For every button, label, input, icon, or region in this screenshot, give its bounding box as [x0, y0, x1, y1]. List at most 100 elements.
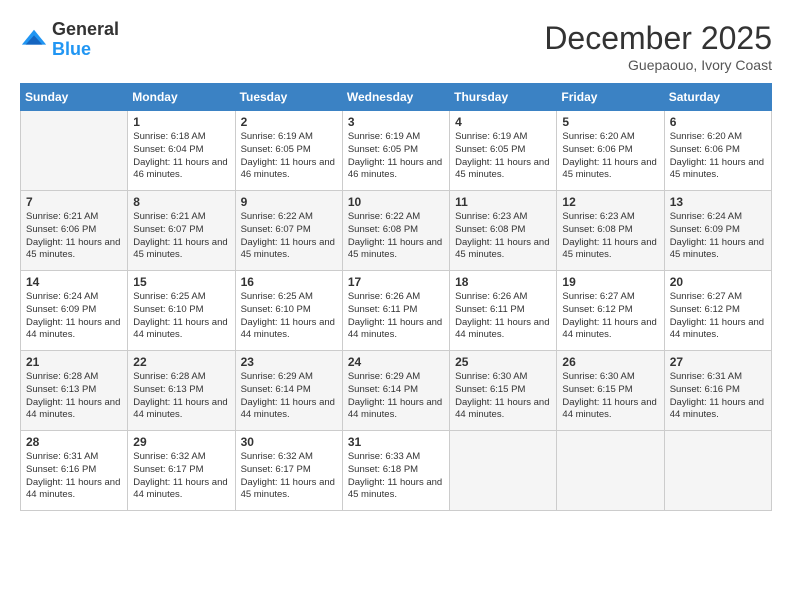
cell-sun-info: Sunrise: 6:27 AMSunset: 6:12 PMDaylight:…: [562, 291, 658, 342]
day-number: 26: [562, 355, 658, 369]
week-row-4: 21 Sunrise: 6:28 AMSunset: 6:13 PMDayligh…: [21, 351, 772, 431]
header-row: SundayMondayTuesdayWednesdayThursdayFrid…: [21, 84, 772, 111]
day-cell: 31 Sunrise: 6:33 AMSunset: 6:18 PMDayligh…: [342, 431, 449, 511]
header-thursday: Thursday: [450, 84, 557, 111]
cell-sun-info: Sunrise: 6:33 AMSunset: 6:18 PMDaylight:…: [348, 451, 444, 502]
day-cell: 25 Sunrise: 6:30 AMSunset: 6:15 PMDayligh…: [450, 351, 557, 431]
day-cell: 17Sunrise: 6:26 AMSunset: 6:11 PMDayligh…: [342, 271, 449, 351]
day-cell: 4Sunrise: 6:19 AMSunset: 6:05 PMDaylight…: [450, 111, 557, 191]
day-cell: 24 Sunrise: 6:29 AMSunset: 6:14 PMDayligh…: [342, 351, 449, 431]
day-number: 25: [455, 355, 551, 369]
day-number: 7: [26, 195, 122, 209]
week-row-5: 28Sunrise: 6:31 AMSunset: 6:16 PMDayligh…: [21, 431, 772, 511]
cell-sun-info: Sunrise: 6:32 AMSunset: 6:17 PMDaylight:…: [133, 451, 229, 502]
title-block: December 2025 Guepaouo, Ivory Coast: [544, 20, 772, 73]
week-row-3: 14Sunrise: 6:24 AMSunset: 6:09 PMDayligh…: [21, 271, 772, 351]
day-number: 19: [562, 275, 658, 289]
day-number: 24: [348, 355, 444, 369]
day-number: 23: [241, 355, 337, 369]
day-number: 11: [455, 195, 551, 209]
cell-sun-info: Sunrise: 6:26 AMSunset: 6:11 PMDaylight:…: [455, 291, 551, 342]
day-number: 27: [670, 355, 766, 369]
cell-sun-info: Sunrise: 6:30 AMSunset: 6:15 PMDaylight:…: [455, 371, 551, 422]
day-number: 8: [133, 195, 229, 209]
cell-sun-info: Sunrise: 6:19 AMSunset: 6:05 PMDaylight:…: [348, 131, 444, 182]
day-cell: 3Sunrise: 6:19 AMSunset: 6:05 PMDaylight…: [342, 111, 449, 191]
day-cell: 28Sunrise: 6:31 AMSunset: 6:16 PMDayligh…: [21, 431, 128, 511]
logo-icon: [20, 26, 48, 54]
logo-general-text: General: [52, 19, 119, 39]
cell-sun-info: Sunrise: 6:28 AMSunset: 6:13 PMDaylight:…: [133, 371, 229, 422]
day-cell: 26 Sunrise: 6:30 AMSunset: 6:15 PMDayligh…: [557, 351, 664, 431]
cell-sun-info: Sunrise: 6:26 AMSunset: 6:11 PMDaylight:…: [348, 291, 444, 342]
cell-sun-info: Sunrise: 6:18 AMSunset: 6:04 PMDaylight:…: [133, 131, 229, 182]
day-cell: [664, 431, 771, 511]
day-cell: [557, 431, 664, 511]
cell-sun-info: Sunrise: 6:19 AMSunset: 6:05 PMDaylight:…: [241, 131, 337, 182]
week-row-1: 1 Sunrise: 6:18 AMSunset: 6:04 PMDaylight…: [21, 111, 772, 191]
day-cell: 18 Sunrise: 6:26 AMSunset: 6:11 PMDayligh…: [450, 271, 557, 351]
day-cell: 13 Sunrise: 6:24 AMSunset: 6:09 PMDayligh…: [664, 191, 771, 271]
week-row-2: 7 Sunrise: 6:21 AMSunset: 6:06 PMDaylight…: [21, 191, 772, 271]
header-monday: Monday: [128, 84, 235, 111]
day-number: 9: [241, 195, 337, 209]
day-number: 15: [133, 275, 229, 289]
day-number: 30: [241, 435, 337, 449]
day-number: 31: [348, 435, 444, 449]
day-cell: 27Sunrise: 6:31 AMSunset: 6:16 PMDayligh…: [664, 351, 771, 431]
day-number: 2: [241, 115, 337, 129]
day-cell: 15 Sunrise: 6:25 AMSunset: 6:10 PMDayligh…: [128, 271, 235, 351]
day-cell: 20Sunrise: 6:27 AMSunset: 6:12 PMDayligh…: [664, 271, 771, 351]
cell-sun-info: Sunrise: 6:21 AMSunset: 6:07 PMDaylight:…: [133, 211, 229, 262]
calendar-table: SundayMondayTuesdayWednesdayThursdayFrid…: [20, 83, 772, 511]
day-number: 21: [26, 355, 122, 369]
cell-sun-info: Sunrise: 6:20 AMSunset: 6:06 PMDaylight:…: [562, 131, 658, 182]
month-year-title: December 2025: [544, 20, 772, 57]
day-number: 5: [562, 115, 658, 129]
cell-sun-info: Sunrise: 6:23 AMSunset: 6:08 PMDaylight:…: [455, 211, 551, 262]
day-cell: 29 Sunrise: 6:32 AMSunset: 6:17 PMDayligh…: [128, 431, 235, 511]
day-cell: [21, 111, 128, 191]
day-cell: 21 Sunrise: 6:28 AMSunset: 6:13 PMDayligh…: [21, 351, 128, 431]
page-header: General Blue December 2025 Guepaouo, Ivo…: [20, 20, 772, 73]
cell-sun-info: Sunrise: 6:20 AMSunset: 6:06 PMDaylight:…: [670, 131, 766, 182]
day-number: 22: [133, 355, 229, 369]
cell-sun-info: Sunrise: 6:21 AMSunset: 6:06 PMDaylight:…: [26, 211, 122, 262]
day-cell: 16Sunrise: 6:25 AMSunset: 6:10 PMDayligh…: [235, 271, 342, 351]
day-number: 14: [26, 275, 122, 289]
day-cell: 2 Sunrise: 6:19 AMSunset: 6:05 PMDaylight…: [235, 111, 342, 191]
day-cell: [450, 431, 557, 511]
day-number: 13: [670, 195, 766, 209]
cell-sun-info: Sunrise: 6:23 AMSunset: 6:08 PMDaylight:…: [562, 211, 658, 262]
day-number: 1: [133, 115, 229, 129]
cell-sun-info: Sunrise: 6:28 AMSunset: 6:13 PMDaylight:…: [26, 371, 122, 422]
cell-sun-info: Sunrise: 6:25 AMSunset: 6:10 PMDaylight:…: [133, 291, 229, 342]
day-number: 10: [348, 195, 444, 209]
day-number: 29: [133, 435, 229, 449]
header-saturday: Saturday: [664, 84, 771, 111]
day-cell: 1 Sunrise: 6:18 AMSunset: 6:04 PMDaylight…: [128, 111, 235, 191]
header-friday: Friday: [557, 84, 664, 111]
day-cell: 6 Sunrise: 6:20 AMSunset: 6:06 PMDaylight…: [664, 111, 771, 191]
cell-sun-info: Sunrise: 6:25 AMSunset: 6:10 PMDaylight:…: [241, 291, 337, 342]
day-number: 28: [26, 435, 122, 449]
day-cell: 10 Sunrise: 6:22 AMSunset: 6:08 PMDayligh…: [342, 191, 449, 271]
day-number: 6: [670, 115, 766, 129]
day-cell: 7 Sunrise: 6:21 AMSunset: 6:06 PMDaylight…: [21, 191, 128, 271]
day-number: 4: [455, 115, 551, 129]
day-cell: 12Sunrise: 6:23 AMSunset: 6:08 PMDayligh…: [557, 191, 664, 271]
cell-sun-info: Sunrise: 6:22 AMSunset: 6:08 PMDaylight:…: [348, 211, 444, 262]
cell-sun-info: Sunrise: 6:29 AMSunset: 6:14 PMDaylight:…: [348, 371, 444, 422]
cell-sun-info: Sunrise: 6:24 AMSunset: 6:09 PMDaylight:…: [670, 211, 766, 262]
day-cell: 9 Sunrise: 6:22 AMSunset: 6:07 PMDaylight…: [235, 191, 342, 271]
header-sunday: Sunday: [21, 84, 128, 111]
day-cell: 22 Sunrise: 6:28 AMSunset: 6:13 PMDayligh…: [128, 351, 235, 431]
calendar-body: 1 Sunrise: 6:18 AMSunset: 6:04 PMDaylight…: [21, 111, 772, 511]
header-wednesday: Wednesday: [342, 84, 449, 111]
day-number: 18: [455, 275, 551, 289]
cell-sun-info: Sunrise: 6:30 AMSunset: 6:15 PMDaylight:…: [562, 371, 658, 422]
day-number: 20: [670, 275, 766, 289]
cell-sun-info: Sunrise: 6:22 AMSunset: 6:07 PMDaylight:…: [241, 211, 337, 262]
day-cell: 5 Sunrise: 6:20 AMSunset: 6:06 PMDaylight…: [557, 111, 664, 191]
day-cell: 14Sunrise: 6:24 AMSunset: 6:09 PMDayligh…: [21, 271, 128, 351]
